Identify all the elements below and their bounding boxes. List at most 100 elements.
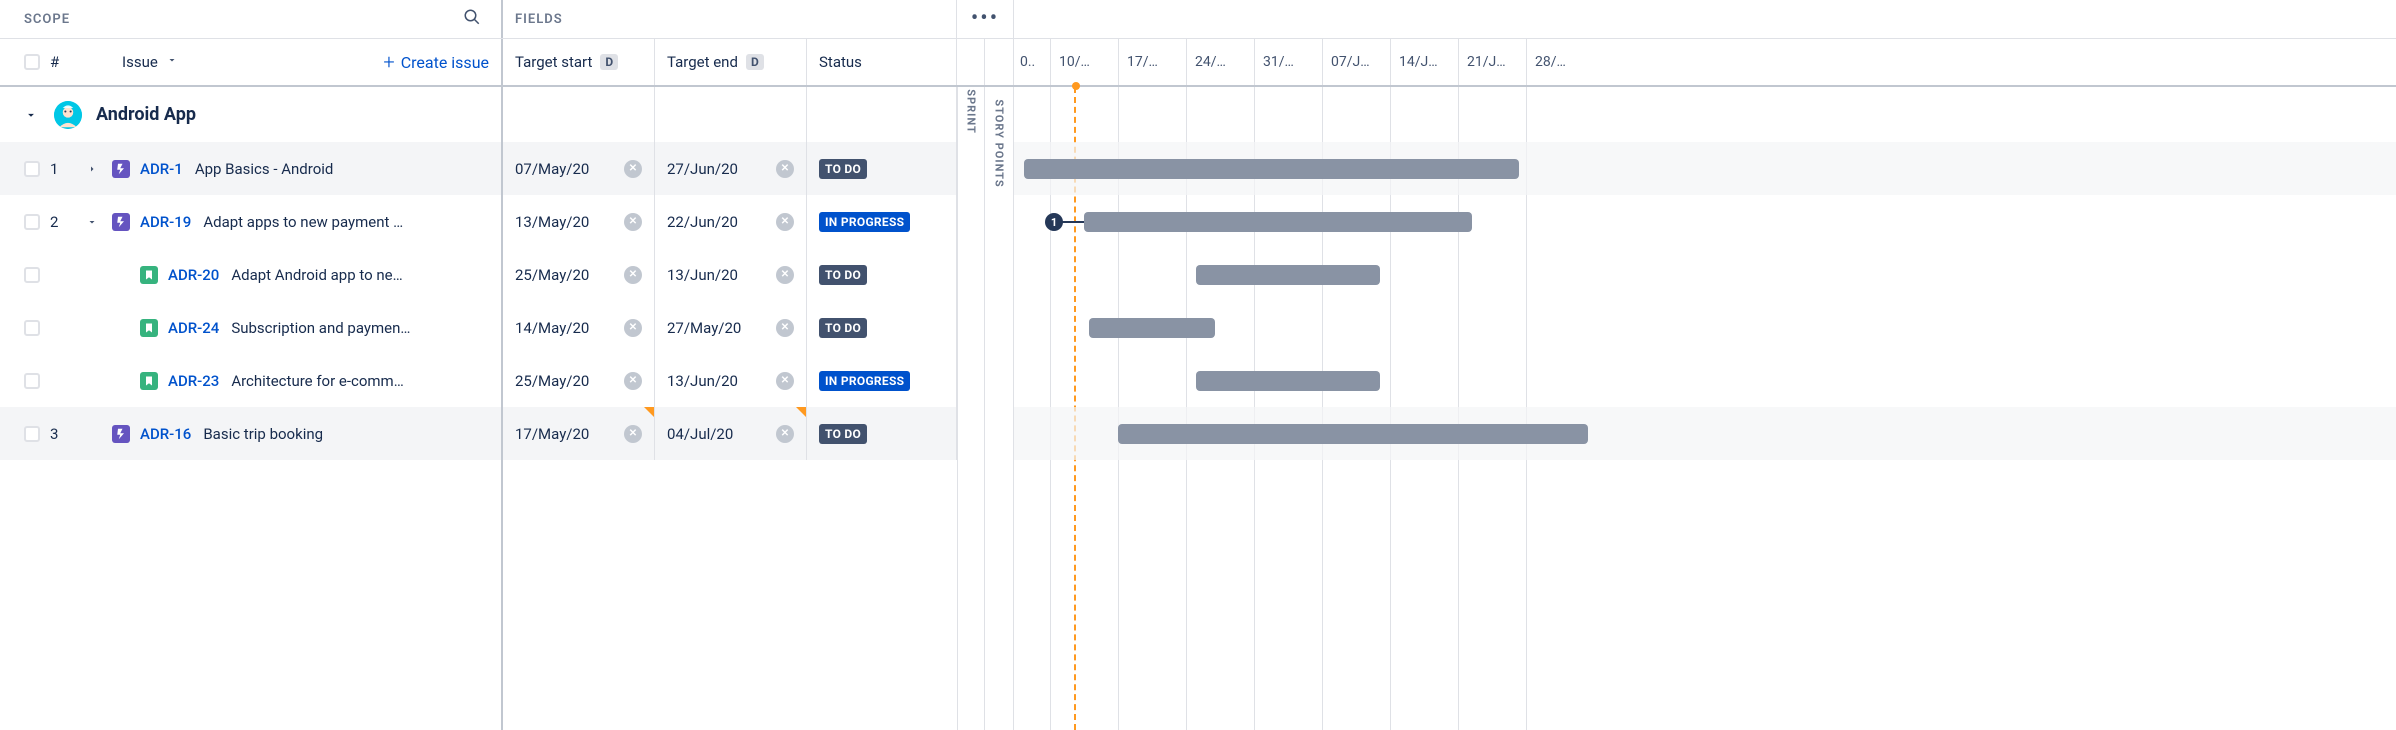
target-start-value: 07/May/20 [515,160,589,178]
row-number: 2 [50,213,68,231]
chevron-right-icon[interactable] [86,163,104,175]
story-icon [140,372,158,390]
issue-title: App Basics - Android [195,160,489,178]
create-issue-button[interactable]: + Create issue [383,52,489,72]
epic-icon [112,160,130,178]
timeline-tick: 28/… [1526,39,1594,85]
column-number: # [50,53,78,71]
gantt-bar[interactable] [1024,159,1519,179]
date-badge: D [746,54,764,70]
issue-key-link[interactable]: ADR-16 [140,425,191,443]
issue-row[interactable]: 3 ADR-16 Basic trip booking [0,407,501,460]
clear-date-icon[interactable] [624,160,642,178]
dependency-count[interactable]: 1 [1045,213,1063,231]
gantt-bar[interactable] [1089,318,1215,338]
status-badge[interactable]: TO DO [819,424,867,444]
date-badge: D [600,54,618,70]
clear-date-icon[interactable] [776,372,794,390]
more-menu-icon[interactable]: ••• [967,4,1003,34]
row-checkbox[interactable] [24,214,40,230]
epic-icon [112,425,130,443]
target-start-value: 14/May/20 [515,319,589,337]
clear-date-icon[interactable] [776,213,794,231]
issue-title: Basic trip booking [203,425,489,443]
timeline-tick: 21/J… [1458,39,1526,85]
timeline-tick: 10/… [1050,39,1118,85]
target-end-value: 22/Jun/20 [667,213,738,231]
column-target-end[interactable]: Target end [667,53,738,71]
create-issue-label: Create issue [401,53,489,72]
row-checkbox[interactable] [24,320,40,336]
row-number: 3 [50,425,68,443]
search-icon[interactable] [463,8,481,30]
chevron-down-icon[interactable] [86,216,104,228]
timeline-tick: 17/… [1118,39,1186,85]
story-points-column-label: STORY POINTS [993,99,1006,187]
row-checkbox[interactable] [24,161,40,177]
issue-key-link[interactable]: ADR-19 [140,213,191,231]
warning-icon [796,407,806,417]
issue-title: Architecture for e-comm… [231,372,489,390]
issue-title: Subscription and paymen… [231,319,489,337]
status-badge[interactable]: IN PROGRESS [819,371,910,391]
issue-title: Adapt apps to new payment … [203,213,489,231]
scope-heading: SCOPE [24,12,70,27]
status-badge[interactable]: IN PROGRESS [819,212,910,232]
issue-row[interactable]: ADR-24 Subscription and paymen… [0,301,501,354]
row-number: 1 [50,160,68,178]
issue-title: Adapt Android app to ne… [231,266,489,284]
target-end-value: 04/Jul/20 [667,425,733,443]
clear-date-icon[interactable] [776,160,794,178]
issue-key-link[interactable]: ADR-23 [168,372,219,390]
gantt-bar[interactable] [1196,371,1380,391]
target-end-value: 13/Jun/20 [667,266,738,284]
target-start-value: 13/May/20 [515,213,589,231]
target-start-value: 25/May/20 [515,372,589,390]
clear-date-icon[interactable] [776,319,794,337]
plus-icon: + [383,52,394,72]
issue-key-link[interactable]: ADR-1 [140,160,183,178]
row-checkbox[interactable] [24,267,40,283]
timeline-tick: 31/… [1254,39,1322,85]
target-start-value: 25/May/20 [515,266,589,284]
issue-key-link[interactable]: ADR-24 [168,319,219,337]
column-issue[interactable]: Issue [122,53,158,71]
clear-date-icon[interactable] [624,372,642,390]
gantt-bar[interactable] [1084,212,1472,232]
epic-icon [112,213,130,231]
status-badge[interactable]: TO DO [819,265,867,285]
issue-row[interactable]: 1 ADR-1 App Basics - Android [0,142,501,195]
gantt-bar[interactable] [1196,265,1380,285]
row-checkbox[interactable] [24,426,40,442]
target-end-value: 27/Jun/20 [667,160,738,178]
row-checkbox[interactable] [24,373,40,389]
project-name[interactable]: Android App [96,104,196,125]
warning-icon [644,407,654,417]
clear-date-icon[interactable] [624,425,642,443]
collapse-project-icon[interactable] [24,108,40,122]
issue-row[interactable]: ADR-20 Adapt Android app to ne… [0,248,501,301]
issue-row[interactable]: 2 ADR-19 Adapt apps to new payment … [0,195,501,248]
clear-date-icon[interactable] [624,213,642,231]
timeline-tick: 24/… [1186,39,1254,85]
column-status[interactable]: Status [819,53,862,71]
target-start-value: 17/May/20 [515,425,589,443]
timeline-tick: 14/J… [1390,39,1458,85]
timeline-tick: 07/J… [1322,39,1390,85]
clear-date-icon[interactable] [776,266,794,284]
target-end-value: 13/Jun/20 [667,372,738,390]
issue-key-link[interactable]: ADR-20 [168,266,219,284]
status-badge[interactable]: TO DO [819,318,867,338]
clear-date-icon[interactable] [624,266,642,284]
story-icon [140,319,158,337]
clear-date-icon[interactable] [776,425,794,443]
column-target-start[interactable]: Target start [515,53,592,71]
clear-date-icon[interactable] [624,319,642,337]
fields-heading: FIELDS [515,12,563,27]
status-badge[interactable]: TO DO [819,159,867,179]
select-all-checkbox[interactable] [24,54,40,70]
timeline-tick: 0.. [1014,39,1050,85]
chevron-down-icon[interactable] [166,54,178,70]
gantt-bar[interactable] [1118,424,1588,444]
issue-row[interactable]: ADR-23 Architecture for e-comm… [0,354,501,407]
